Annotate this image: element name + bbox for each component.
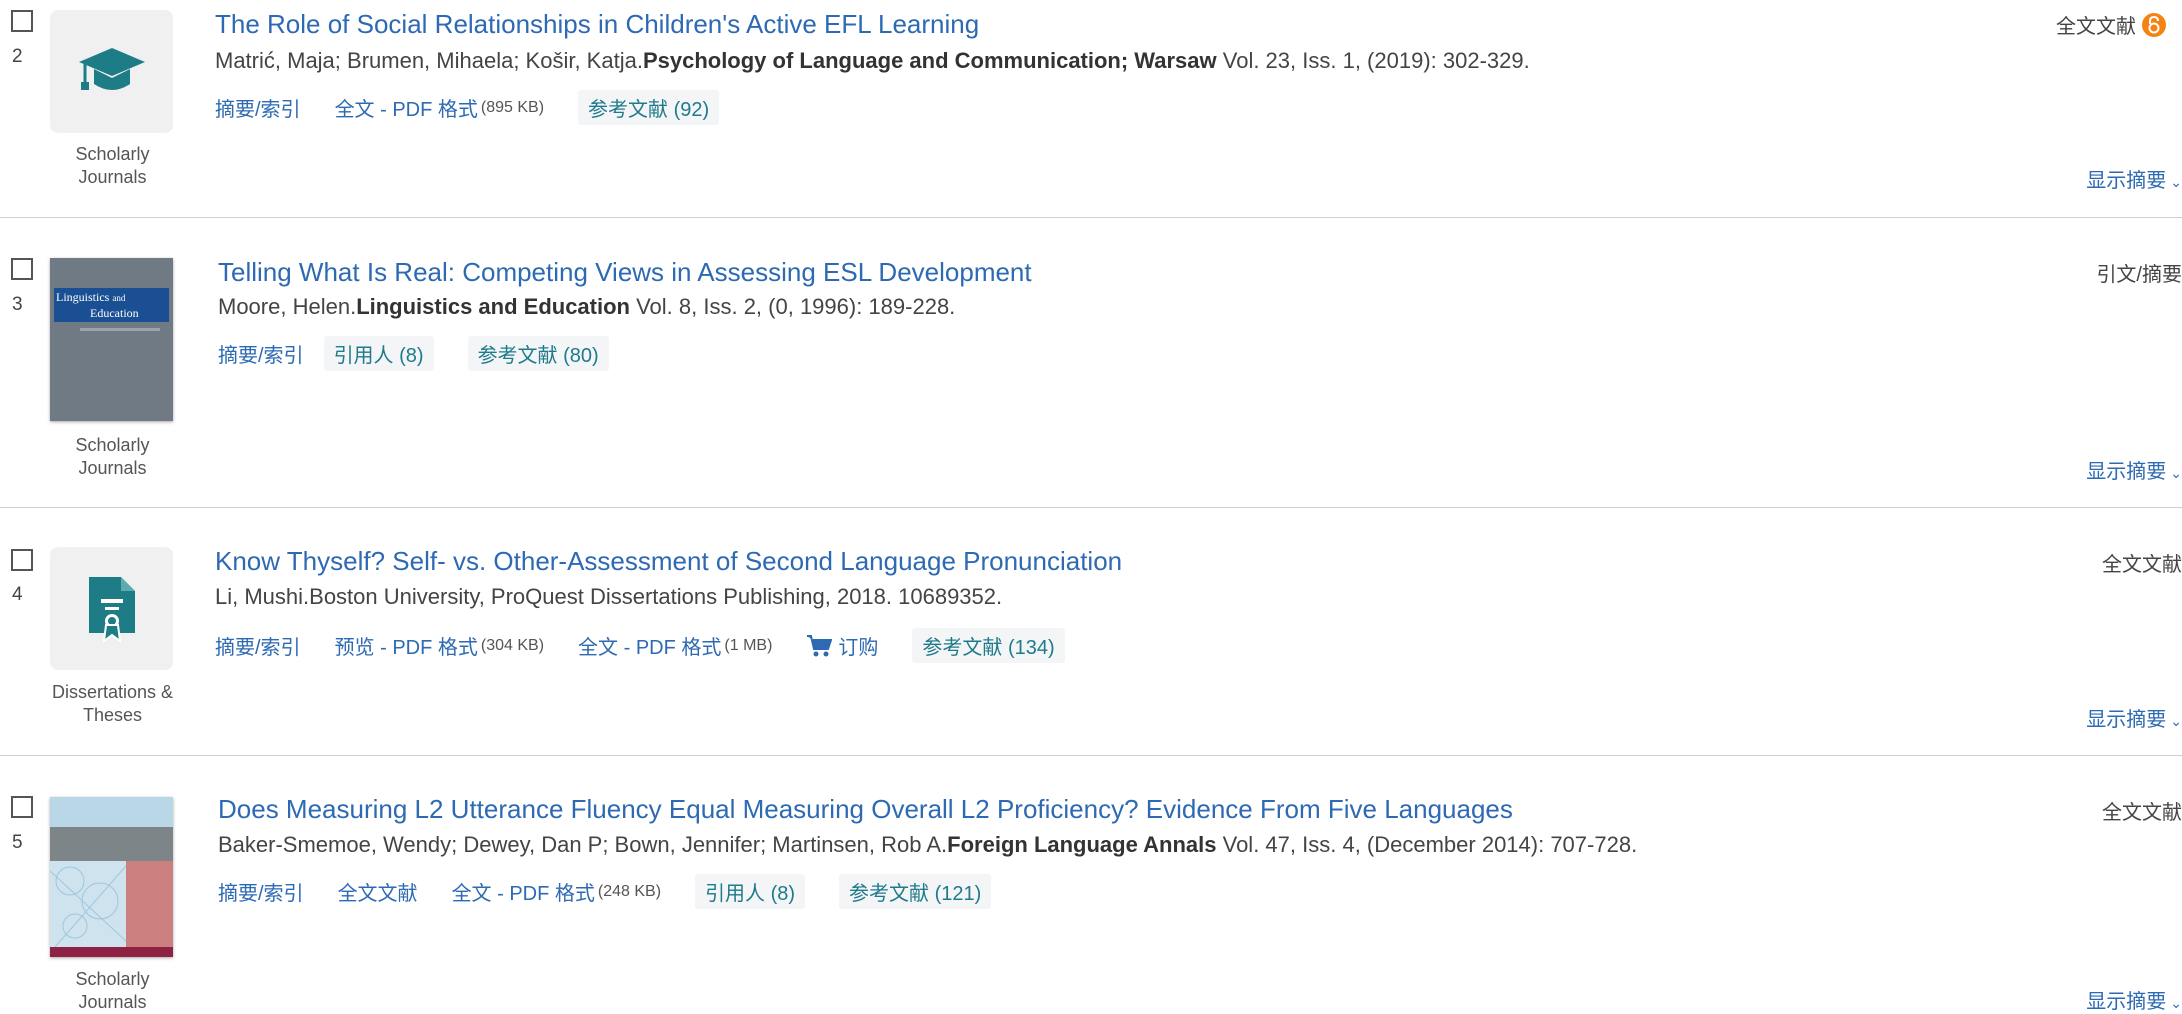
- chevron-down-icon: ⌄: [2170, 713, 2182, 729]
- publication-name: Linguistics and Education: [356, 294, 630, 319]
- availability-label: 全文文献: [2102, 554, 2182, 576]
- result-citation: Moore, Helen.Linguistics and Education V…: [218, 294, 956, 319]
- select-checkbox[interactable]: [11, 796, 33, 818]
- chevron-down-icon: ⌄: [2170, 174, 2182, 190]
- show-abstract-toggle[interactable]: 显示摘要 ⌄: [2086, 703, 2182, 732]
- result-item: 4 Dissertations & Theses Know Thyself? Se…: [0, 508, 2182, 756]
- result-number: 2: [12, 46, 23, 67]
- dissertation-thumbnail: [50, 547, 173, 670]
- select-checkbox[interactable]: [11, 10, 33, 32]
- graduation-cap-icon: [78, 47, 145, 90]
- document-type-label: Scholarly Journals: [75, 435, 150, 478]
- abstract-index-link[interactable]: 摘要/索引: [218, 339, 304, 368]
- result-number: 5: [12, 832, 23, 853]
- references-link[interactable]: 参考文献 (121): [839, 874, 992, 909]
- result-item: 5 Scholarly Journals Does Measuring L2 Ut…: [0, 756, 2182, 1014]
- cover-title: Linguistics and Education: [56, 290, 139, 320]
- result-number: 4: [12, 584, 23, 605]
- shopping-cart-icon: [807, 634, 833, 656]
- show-abstract-toggle[interactable]: 显示摘要 ⌄: [2086, 455, 2182, 484]
- result-title[interactable]: Know Thyself? Self- vs. Other-Assessment…: [215, 546, 1122, 577]
- preview-pdf-link[interactable]: 预览 - PDF 格式 (304 KB): [335, 631, 544, 660]
- references-link[interactable]: 参考文献 (80): [467, 336, 609, 371]
- result-citation: Li, Mushi.Boston University, ProQuest Di…: [215, 584, 1003, 609]
- result-title[interactable]: Telling What Is Real: Competing Views in…: [218, 257, 1032, 288]
- journal-cover-image: [50, 797, 173, 957]
- show-abstract-toggle[interactable]: 显示摘要 ⌄: [2086, 164, 2182, 193]
- fulltext-pdf-link[interactable]: 全文 - PDF 格式 (248 KB): [452, 877, 661, 906]
- open-access-icon: [2142, 12, 2166, 37]
- fulltext-link[interactable]: 全文文献: [338, 877, 418, 906]
- certificate-document-icon: [88, 576, 135, 643]
- result-links: 摘要/索引 引用人 (8) 参考文献 (80): [218, 336, 643, 371]
- cited-by-link[interactable]: 引用人 (8): [695, 874, 806, 909]
- fulltext-pdf-link[interactable]: 全文 - PDF 格式 (895 KB): [335, 93, 544, 122]
- references-link[interactable]: 参考文献 (134): [912, 628, 1065, 663]
- result-item: 3 Linguistics and Education Scholarly Jou…: [0, 218, 2182, 508]
- result-links: 摘要/索引 全文 - PDF 格式 (895 KB) 参考文献 (92): [215, 90, 753, 125]
- result-number: 3: [12, 294, 23, 315]
- document-type-label: Scholarly Journals: [75, 969, 150, 1012]
- availability-label: 全文文献: [2102, 802, 2182, 824]
- chevron-down-icon: ⌄: [2170, 465, 2182, 481]
- journal-cover-image: Linguistics and Education: [50, 258, 173, 421]
- availability-label: 引文/摘要: [2096, 264, 2182, 286]
- result-item: 2 Scholarly Journals The Role of Social R…: [0, 0, 2182, 218]
- availability-label: 全文文献: [2056, 10, 2166, 39]
- abstract-index-link[interactable]: 摘要/索引: [218, 877, 304, 906]
- scholarly-journal-thumbnail: [50, 10, 173, 133]
- publication-name: Psychology of Language and Communication…: [642, 48, 1217, 73]
- result-links: 摘要/索引 全文文献 全文 - PDF 格式 (248 KB) 引用人 (8) 参…: [218, 874, 1025, 909]
- abstract-index-link[interactable]: 摘要/索引: [215, 93, 301, 122]
- result-links: 摘要/索引 预览 - PDF 格式 (304 KB) 全文 - PDF 格式 (1 …: [215, 628, 1099, 663]
- references-link[interactable]: 参考文献 (92): [578, 90, 720, 125]
- abstract-index-link[interactable]: 摘要/索引: [215, 631, 301, 660]
- cited-by-link[interactable]: 引用人 (8): [323, 336, 434, 371]
- show-abstract-toggle[interactable]: 显示摘要 ⌄: [2086, 985, 2182, 1014]
- result-citation: Baker-Smemoe, Wendy; Dewey, Dan P; Bown,…: [218, 832, 1638, 857]
- select-checkbox[interactable]: [11, 549, 33, 571]
- result-citation: Matrić, Maja; Brumen, Mihaela; Košir, Ka…: [215, 48, 1530, 73]
- publication-name: Foreign Language Annals: [947, 832, 1217, 857]
- result-title[interactable]: The Role of Social Relationships in Chil…: [215, 9, 979, 40]
- select-checkbox[interactable]: [11, 258, 33, 280]
- document-type-label: Dissertations & Theses: [51, 682, 174, 725]
- fulltext-pdf-link[interactable]: 全文 - PDF 格式 (1 MB): [578, 631, 772, 660]
- chevron-down-icon: ⌄: [2170, 995, 2182, 1011]
- result-title[interactable]: Does Measuring L2 Utterance Fluency Equa…: [218, 794, 1513, 825]
- order-link[interactable]: 订购: [806, 631, 878, 660]
- document-type-label: Scholarly Journals: [75, 144, 150, 187]
